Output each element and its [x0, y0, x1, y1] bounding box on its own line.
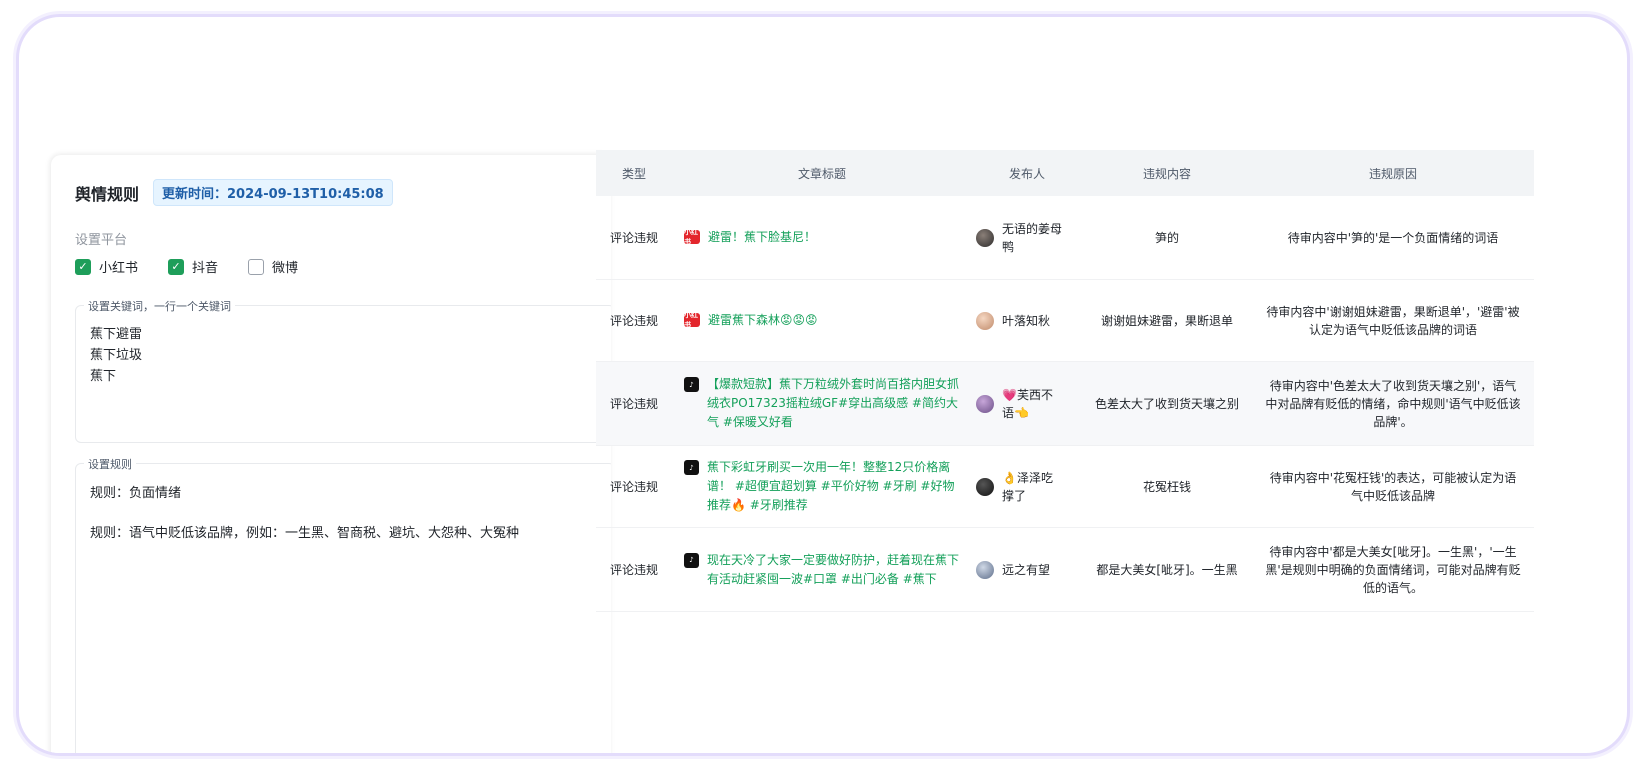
keyword-line: 蕉下	[90, 369, 117, 384]
cell-publisher: 👌泽泽吃撑了	[972, 469, 1082, 505]
cell-article-title: 小红书 避雷蕉下森林😡😡😡	[672, 311, 972, 330]
cell-article-title: ♪ 蕉下彩虹牙刷买一次用一年！整整12只价格离谱！ #超便宜超划算 #平价好物 …	[672, 458, 972, 515]
avatar	[976, 228, 994, 247]
table-header: 类型 文章标题 发布人 违规内容 违规原因	[596, 150, 1534, 196]
cell-violation-content: 花冤枉钱	[1142, 479, 1191, 494]
cell-article-title: ♪ 现在天冷了大家一定要做好防护，赶着现在蕉下有活动赶紧囤一波#口罩 #出门必备…	[672, 551, 972, 589]
header-publisher: 发布人	[1008, 166, 1045, 181]
cell-violation-content: 谢谢姐妹避雷，果断退单	[1100, 313, 1233, 328]
cell-publisher: 远之有望	[972, 560, 1082, 579]
table-row[interactable]: 评论违规 ♪ 现在天冷了大家一定要做好防护，赶着现在蕉下有活动赶紧囤一波#口罩 …	[596, 528, 1534, 612]
cell-violation-reason: 待审内容中'笋的'是一个负面情绪的词语	[1287, 230, 1499, 245]
cell-type: 评论违规	[609, 563, 658, 577]
cell-violation-reason: 待审内容中'谢谢姐妹避雷，果断退单'，'避雷'被认定为语气中贬低该品牌的词语	[1266, 304, 1520, 337]
table-row[interactable]: 评论违规 小红书 避雷蕉下森林😡😡😡 叶落知秋 谢谢姐妹避雷，果断退单 待审内容…	[596, 280, 1534, 362]
rule-line: 规则：负面情绪	[90, 486, 182, 501]
violations-table: 类型 文章标题 发布人 违规内容 违规原因 评论违规 小红书 避雷！蕉下脸基尼！…	[596, 150, 1534, 615]
article-title-link[interactable]: 避雷！蕉下脸基尼！	[708, 228, 816, 247]
cell-type: 评论违规	[609, 397, 658, 411]
keywords-legend: 设置关键词，一行一个关键词	[84, 298, 235, 314]
checkbox-label: 微博	[272, 261, 299, 276]
keywords-list[interactable]: 蕉下避雷 蕉下垃圾 蕉下	[90, 324, 142, 387]
cell-violation-content: 笋的	[1154, 230, 1179, 245]
avatar	[976, 477, 994, 496]
table-row[interactable]: 评论违规 小红书 避雷！蕉下脸基尼！ 无语的姜母鸭 笋的 待审内容中'笋的'是一…	[596, 196, 1534, 280]
checkbox-checked-icon[interactable]: ✓	[75, 258, 91, 275]
platform-checkbox-weibo[interactable]: 微博	[248, 257, 298, 276]
douyin-icon: ♪	[684, 377, 699, 392]
cell-violation-reason: 待审内容中'色差太大了收到货天壤之别'，语气中对品牌有贬低的情绪，命中规则'语气…	[1265, 378, 1521, 429]
header-violation-content: 违规内容	[1142, 166, 1191, 181]
xiaohongshu-icon: 小红书	[684, 311, 700, 329]
table-row[interactable]: 评论违规 ♪ 蕉下彩虹牙刷买一次用一年！整整12只价格离谱！ #超便宜超划算 #…	[596, 446, 1534, 528]
cell-article-title: 小红书 避雷！蕉下脸基尼！	[672, 228, 972, 247]
rule-line: 规则：语气中贬低该品牌，例如：一生黑、智商税、避坑、大怨种、大冤种	[90, 526, 520, 541]
article-title-link[interactable]: 蕉下彩虹牙刷买一次用一年！整整12只价格离谱！ #超便宜超划算 #平价好物 #牙…	[707, 458, 960, 515]
rules-textarea[interactable]: 设置规则 规则：负面情绪 规则：语气中贬低该品牌，例如：一生黑、智商税、避坑、大…	[75, 456, 611, 753]
cell-violation-content: 都是大美女[呲牙]。一生黑	[1096, 562, 1238, 577]
rules-legend: 设置规则	[84, 456, 136, 472]
cell-article-title: ♪ 【爆款短款】蕉下万粒绒外套时尚百搭内胆女抓绒衣PO17323摇粒绒GF#穿出…	[672, 375, 972, 432]
rules-panel: 舆情规则 更新时间：2024-09-13T10:45:08 设置平台 ✓ 小红书…	[51, 155, 611, 753]
xiaohongshu-icon: 小红书	[684, 228, 700, 246]
avatar	[976, 560, 994, 579]
cell-publisher: 叶落知秋	[972, 311, 1082, 330]
douyin-icon: ♪	[684, 552, 699, 568]
article-title-link[interactable]: 避雷蕉下森林😡😡😡	[708, 311, 818, 330]
header-type: 类型	[621, 166, 646, 181]
platform-checkboxes: ✓ 小红书 ✓ 抖音 微博	[75, 257, 298, 276]
platform-checkbox-xiaohongshu[interactable]: ✓ 小红书	[75, 257, 138, 276]
publisher-name: 👌泽泽吃撑了	[1002, 470, 1053, 503]
article-title-link[interactable]: 现在天冷了大家一定要做好防护，赶着现在蕉下有活动赶紧囤一波#口罩 #出门必备 #…	[707, 551, 960, 589]
rules-title-row: 舆情规则 更新时间：2024-09-13T10:45:08	[75, 179, 393, 206]
cell-type: 评论违规	[609, 480, 658, 494]
douyin-icon: ♪	[684, 460, 699, 475]
rules-list[interactable]: 规则：负面情绪 规则：语气中贬低该品牌，例如：一生黑、智商税、避坑、大怨种、大冤…	[90, 484, 519, 564]
checkbox-label: 抖音	[192, 261, 219, 276]
cell-type: 评论违规	[609, 231, 658, 245]
platform-label: 设置平台	[75, 233, 128, 248]
keyword-line: 蕉下垃圾	[90, 348, 143, 363]
keywords-textarea[interactable]: 设置关键词，一行一个关键词 蕉下避雷 蕉下垃圾 蕉下	[75, 298, 611, 443]
cell-publisher: 💗芙西不语👈	[972, 386, 1082, 422]
keyword-line: 蕉下避雷	[90, 327, 143, 342]
update-time-badge: 更新时间：2024-09-13T10:45:08	[153, 179, 393, 206]
publisher-name: 无语的姜母鸭	[1002, 221, 1063, 254]
header-article-title: 文章标题	[797, 166, 846, 181]
checkbox-checked-icon[interactable]: ✓	[168, 258, 185, 275]
platform-checkbox-douyin[interactable]: ✓ 抖音	[168, 257, 218, 276]
table-row[interactable]: 评论违规 ♪ 【爆款短款】蕉下万粒绒外套时尚百搭内胆女抓绒衣PO17323摇粒绒…	[596, 362, 1534, 446]
publisher-name: 💗芙西不语👈	[1002, 387, 1053, 420]
article-title-link[interactable]: 【爆款短款】蕉下万粒绒外套时尚百搭内胆女抓绒衣PO17323摇粒绒GF#穿出高级…	[707, 375, 960, 432]
cell-violation-reason: 待审内容中'花冤枉钱'的表达，可能被认定为语气中贬低该品牌	[1269, 470, 1517, 503]
publisher-name: 叶落知秋	[1002, 313, 1051, 328]
cell-violation-content: 色差太大了收到货天壤之别	[1094, 396, 1239, 411]
avatar	[976, 394, 994, 413]
avatar	[976, 311, 994, 330]
outer-frame: 舆情规则 更新时间：2024-09-13T10:45:08 设置平台 ✓ 小红书…	[16, 14, 1630, 756]
cell-type: 评论违规	[609, 314, 658, 328]
header-violation-reason: 违规原因	[1368, 166, 1417, 181]
page-title: 舆情规则	[75, 184, 140, 204]
checkbox-unchecked-icon[interactable]	[248, 258, 265, 275]
checkbox-label: 小红书	[99, 261, 139, 276]
publisher-name: 远之有望	[1002, 562, 1051, 577]
cell-publisher: 无语的姜母鸭	[972, 220, 1082, 256]
cell-violation-reason: 待审内容中'都是大美女[呲牙]。一生黑'，'一生黑'是规则中明确的负面情绪词，可…	[1265, 544, 1521, 595]
